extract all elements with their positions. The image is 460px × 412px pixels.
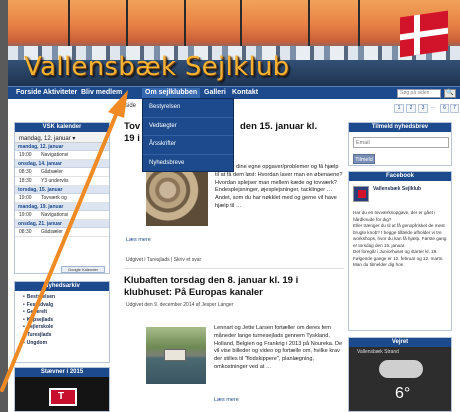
annotation-arrow-icon <box>0 90 128 392</box>
page: Vallensbæk Sejlklub Forside Aktiviteter … <box>0 0 460 412</box>
